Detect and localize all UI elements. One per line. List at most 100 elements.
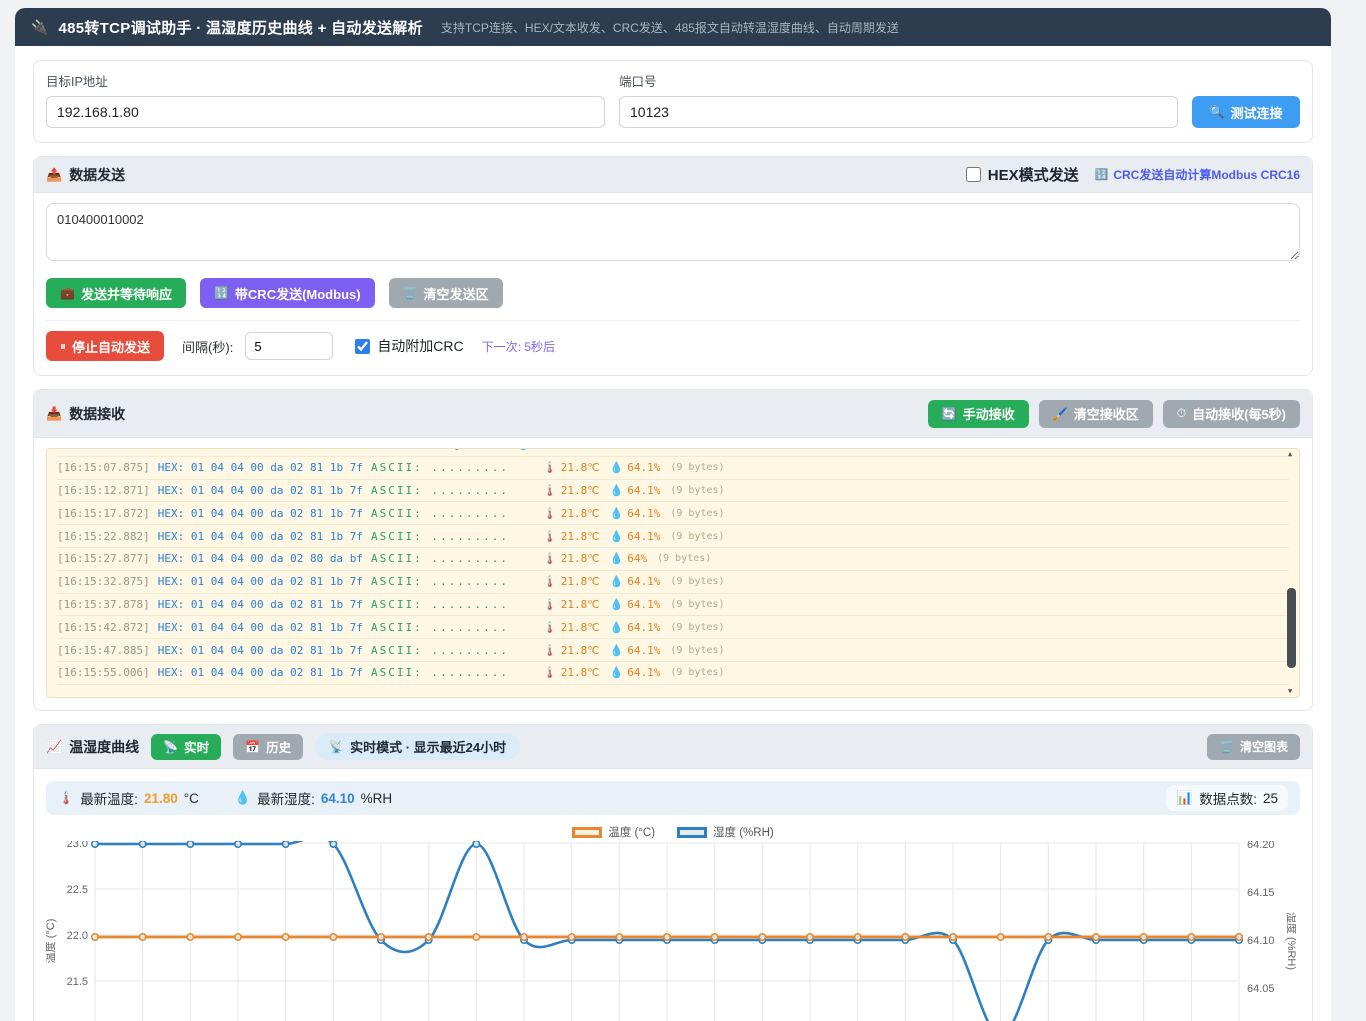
log-row: [16:15:47.885]HEX: 01 04 04 00 da 02 81 …: [57, 639, 1289, 662]
log-byte-count: (9 bytes): [670, 508, 724, 519]
log-timestamp: [16:15:17.872]: [57, 507, 150, 520]
refresh-icon: 🔄: [942, 407, 957, 421]
log-timestamp: [16:15:32.875]: [57, 575, 150, 588]
connection-panel: 目标IP地址 端口号 🔍 测试连接: [33, 60, 1313, 143]
log-timestamp: [16:15:42.872]: [57, 621, 150, 634]
svg-text:23.0: 23.0: [67, 841, 88, 850]
log-temp-value: 21.8℃: [561, 461, 600, 474]
latest-hum-stat: 💧 最新湿度: 64.10 %RH: [235, 788, 392, 808]
log-ascii: ASCII: .........: [371, 484, 509, 497]
main-content: 目标IP地址 端口号 🔍 测试连接 📤 数据发送: [15, 46, 1331, 1021]
port-input[interactable]: [619, 96, 1178, 128]
tab-realtime[interactable]: 📡 实时: [151, 734, 221, 760]
thermometer-icon: 🌡️: [543, 507, 557, 520]
legend-item[interactable]: 湿度 (%RH): [677, 824, 774, 840]
droplet-icon: 💧: [610, 575, 624, 588]
hex-mode-checkbox[interactable]: [966, 167, 981, 182]
bar-chart-icon: 📊: [1176, 790, 1193, 806]
calendar-icon: 📅: [245, 740, 260, 754]
svg-text:22.5: 22.5: [67, 884, 88, 896]
crc-send-button[interactable]: 🔢 带CRC发送(Modbus): [200, 278, 375, 308]
legend-swatch: [677, 827, 707, 838]
thermometer-icon: 🌡️: [543, 598, 557, 611]
chart-body: 温度 (°C)湿度 (%RH) 23.022.522.021.521.064.2…: [46, 823, 1300, 1021]
trash-icon: 🗑️: [1219, 740, 1234, 754]
droplet-icon: 💧: [610, 507, 624, 520]
log-hex: HEX: 01 04 04 00 da 02 81 1b 7f: [158, 484, 363, 497]
manual-receive-button[interactable]: 🔄 手动接收: [928, 400, 1029, 428]
log-byte-count: (9 bytes): [578, 448, 632, 450]
chart-canvas[interactable]: 23.022.522.021.521.064.2064.1564.1064.05…: [46, 841, 1296, 1021]
droplet-icon: 💧: [610, 552, 624, 565]
auto-receive-button[interactable]: ⏱ 自动接收(每5秒): [1163, 400, 1300, 428]
log-humidity-value: 64%: [627, 552, 647, 565]
ip-label: 目标IP地址: [46, 71, 605, 90]
test-connection-button[interactable]: 🔍 测试连接: [1192, 96, 1300, 128]
data-points-badge: 📊 数据点数: 25: [1166, 785, 1288, 811]
mode-pill: 📡 实时模式 · 显示最近24小时: [315, 733, 520, 760]
droplet-icon: 💧: [610, 621, 624, 634]
thermometer-icon: 🌡️: [543, 575, 557, 588]
svg-text:64.05: 64.05: [1247, 983, 1275, 995]
log-row: [16:15:22.882]HEX: 01 04 04 00 da 02 81 …: [57, 525, 1289, 548]
clear-receive-button[interactable]: 🖌️ 清空接收区: [1039, 400, 1153, 428]
log-scrollbar[interactable]: ▲ ▼: [1287, 451, 1296, 695]
log-byte-count: (9 bytes): [670, 645, 724, 656]
log-hex: HEX: 01 04 04 00 da 02 81 1b 7f: [158, 598, 363, 611]
droplet-icon: 💧: [610, 666, 624, 679]
receive-panel-header: 📥 数据接收 🔄 手动接收 🖌️ 清空接收区 ⏱ 自动接收(每5秒): [34, 390, 1312, 438]
legend-swatch: [572, 827, 602, 838]
send-panel-header: 📤 数据发送 HEX模式发送 🔢 CRC发送自动计算Modbus CRC16: [34, 157, 1312, 193]
log-row: [16:15:55.006]HEX: 01 04 04 00 da 02 81 …: [57, 662, 1289, 685]
log-humidity-value: 64.1%: [535, 448, 568, 451]
clear-chart-button[interactable]: 🗑️ 清空图表: [1207, 734, 1300, 760]
droplet-icon: 💧: [517, 448, 531, 451]
log-scrollbar-thumb[interactable]: [1287, 588, 1296, 669]
receive-log[interactable]: HEX: 01 04 04 00 da 02 81 1b 7f ASCII: ..…: [46, 448, 1300, 698]
svg-text:64.20: 64.20: [1247, 841, 1275, 851]
thermometer-icon: 🌡️: [543, 644, 557, 657]
log-byte-count: (9 bytes): [670, 576, 724, 587]
log-humidity-value: 64.1%: [627, 666, 660, 679]
log-ascii: ASCII: .........: [278, 448, 416, 451]
legend-label: 温度 (°C): [608, 824, 655, 840]
interval-input[interactable]: [245, 332, 333, 360]
chart-panel-header: 📈 温湿度曲线 📡 实时 📅 历史 📡 实时模式 · 显示最近24小时 🗑️: [34, 725, 1312, 769]
scroll-down-arrow[interactable]: ▼: [1288, 688, 1292, 695]
log-hex: HEX: 01 04 04 00 da 02 81 1b 7f: [158, 575, 363, 588]
log-hex: HEX: 01 04 04 00 da 02 81 1b 7f: [158, 507, 363, 520]
log-hex: HEX: 01 04 04 00 da 02 81 1b 7f: [65, 448, 270, 451]
trash-icon: 🗑️: [403, 286, 418, 300]
port-label: 端口号: [619, 71, 1178, 90]
log-ascii: ASCII: .........: [371, 552, 509, 565]
hex-mode-toggle[interactable]: HEX模式发送: [966, 164, 1079, 185]
antenna-icon: 📡: [329, 740, 344, 754]
log-humidity-value: 64.1%: [627, 598, 660, 611]
clear-send-button[interactable]: 🗑️ 清空发送区: [389, 278, 503, 308]
thermometer-icon: 🌡️: [450, 448, 464, 451]
chart-legend[interactable]: 温度 (°C) 湿度 (%RH): [46, 823, 1300, 841]
send-textarea[interactable]: 010400010002: [46, 203, 1300, 261]
log-temp-value: 21.8℃: [561, 484, 600, 497]
send-title: 📤 数据发送: [46, 165, 125, 185]
tab-history[interactable]: 📅 历史: [233, 734, 303, 760]
plug-icon: 🔌: [31, 19, 48, 36]
log-row: [16:15:42.872]HEX: 01 04 04 00 da 02 81 …: [57, 616, 1289, 639]
ip-input[interactable]: [46, 96, 605, 128]
log-ascii: ASCII: .........: [371, 666, 509, 679]
app-subtitle: 支持TCP连接、HEX/文本收发、CRC发送、485报文自动转温湿度曲线、自动周…: [441, 19, 899, 36]
thermometer-icon: 🌡️: [58, 790, 74, 806]
svg-text:温度 (°C): 温度 (°C): [46, 919, 57, 964]
stop-auto-send-button[interactable]: ⏸ 停止自动发送: [46, 331, 164, 361]
svg-text:湿度 (%RH): 湿度 (%RH): [1285, 912, 1296, 970]
log-timestamp: [16:15:12.871]: [57, 484, 150, 497]
log-byte-count: (9 bytes): [670, 485, 724, 496]
legend-item[interactable]: 温度 (°C): [572, 824, 655, 840]
send-wait-button[interactable]: 💼 发送并等待响应: [46, 278, 186, 308]
calculator-icon: 🔢: [214, 286, 229, 300]
scroll-up-arrow[interactable]: ▲: [1288, 451, 1292, 458]
search-icon: 🔍: [1210, 105, 1225, 119]
auto-crc-checkbox[interactable]: [355, 339, 370, 354]
auto-crc-toggle[interactable]: 自动附加CRC: [355, 336, 463, 356]
svg-text:21.5: 21.5: [67, 976, 88, 988]
